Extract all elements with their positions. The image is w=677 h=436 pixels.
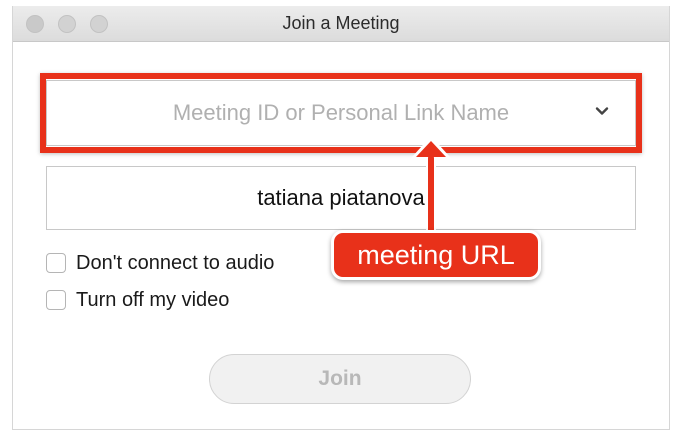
name-field[interactable] — [46, 166, 636, 230]
dont-connect-audio-checkbox[interactable] — [46, 253, 66, 273]
chevron-down-icon[interactable] — [593, 102, 611, 120]
name-input[interactable] — [47, 167, 635, 229]
audio-option[interactable]: Don't connect to audio — [46, 251, 274, 275]
turn-off-video-label[interactable]: Turn off my video — [76, 289, 229, 312]
meeting-url-callout: meeting URL — [331, 230, 541, 280]
meeting-id-field[interactable] — [46, 80, 636, 146]
meeting-id-input[interactable] — [47, 81, 635, 145]
dont-connect-audio-label[interactable]: Don't connect to audio — [76, 252, 274, 275]
video-option[interactable]: Turn off my video — [46, 288, 229, 312]
turn-off-video-checkbox[interactable] — [46, 290, 66, 310]
window-title: Join a Meeting — [282, 13, 400, 33]
title-bar: Join a Meeting — [13, 6, 669, 42]
join-button[interactable]: Join — [209, 354, 471, 404]
